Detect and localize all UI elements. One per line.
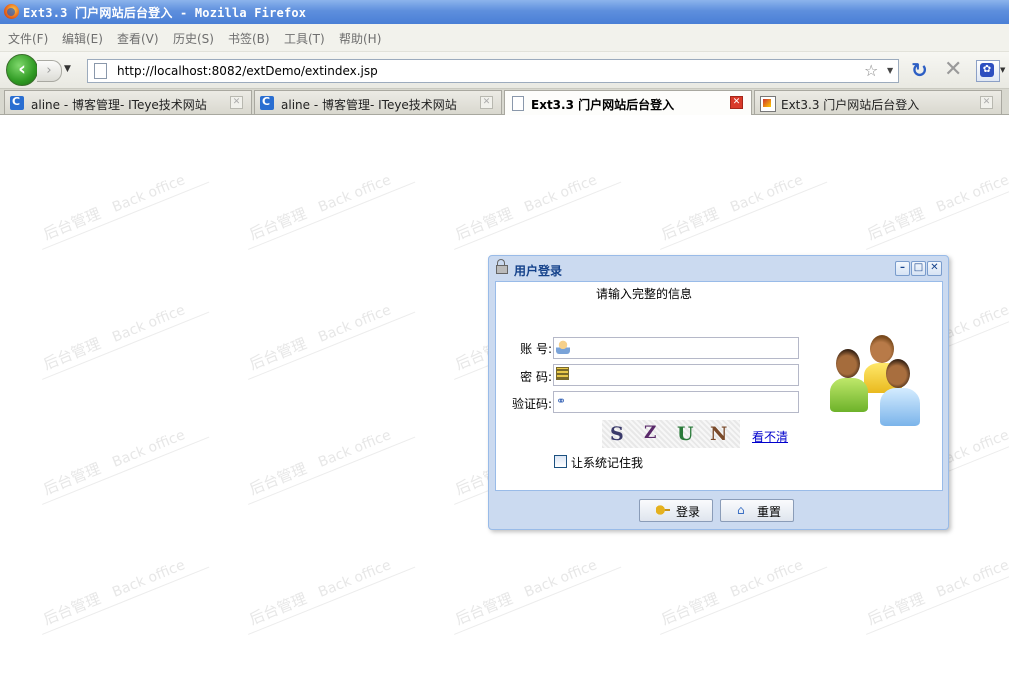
maximize-button[interactable]: □ <box>911 261 926 276</box>
tab-bar: aline - 博客管理- ITeye技术网站 ✕ aline - 博客管理- … <box>0 89 1009 115</box>
menu-edit[interactable]: 编辑(E) <box>62 30 103 47</box>
password-label: 密 码: <box>520 370 552 384</box>
key-icon <box>656 504 670 516</box>
back-button[interactable]: ‹ <box>6 54 38 86</box>
search-dropdown-icon[interactable]: ▼ <box>1000 66 1005 74</box>
firefox-logo-icon <box>4 4 19 19</box>
form-hint: 请输入完整的信息 <box>596 287 693 301</box>
address-url[interactable]: http://localhost:8082/extDemo/extindex.j… <box>117 64 378 78</box>
watermark-text: 后台管理Back office <box>40 302 188 374</box>
search-engine-button[interactable]: ✿ <box>976 60 1000 82</box>
account-field[interactable] <box>553 337 799 359</box>
baidu-paw-icon: ✿ <box>980 63 994 77</box>
menu-bookmarks[interactable]: 书签(B) <box>228 30 270 47</box>
watermark-text: 后台管理Back office <box>246 427 394 499</box>
menu-file[interactable]: 文件(F) <box>8 30 48 47</box>
tab-label: Ext3.3 门户网站后台登入 <box>531 98 675 112</box>
refresh-captcha-link[interactable]: 看不清 <box>752 428 788 445</box>
tab-iteye-1[interactable]: aline - 博客管理- ITeye技术网站 ✕ <box>4 90 252 114</box>
iteye-icon <box>10 95 24 110</box>
iteye-icon <box>260 95 274 110</box>
menu-view[interactable]: 查看(V) <box>117 30 159 47</box>
close-tab-icon[interactable]: ✕ <box>730 96 743 109</box>
key-icon <box>556 367 569 380</box>
page-icon <box>94 63 107 79</box>
captcha-char: U <box>677 423 695 445</box>
watermark-text: 后台管理Back office <box>864 172 1009 244</box>
window-title: Ext3.3 门户网站后台登入 - Mozilla Firefox <box>23 6 307 20</box>
forward-button[interactable]: › <box>37 60 62 82</box>
remember-label: 让系统记住我 <box>571 456 644 470</box>
menu-help[interactable]: 帮助(H) <box>339 30 381 47</box>
close-button[interactable]: ✕ <box>927 261 942 276</box>
close-tab-icon[interactable]: ✕ <box>230 96 243 109</box>
captcha-image[interactable]: S Z U N <box>602 420 740 448</box>
users-group-icon <box>830 335 930 430</box>
menu-bar: 文件(F) 编辑(E) 查看(V) 历史(S) 书签(B) 工具(T) 帮助(H… <box>0 24 1009 52</box>
watermark-text: 后台管理Back office <box>452 557 600 629</box>
navigation-toolbar: ‹ › ▼ http://localhost:8082/extDemo/exti… <box>0 52 1009 89</box>
tab-label: Ext3.3 门户网站后台登入 <box>781 98 920 112</box>
address-dropdown-icon[interactable]: ▼ <box>887 66 893 75</box>
watermark-text: 后台管理Back office <box>452 172 600 244</box>
close-tab-icon[interactable]: ✕ <box>480 96 493 109</box>
close-tab-icon[interactable]: ✕ <box>980 96 993 109</box>
watermark-text: 后台管理Back office <box>246 172 394 244</box>
watermark-text: 后台管理Back office <box>246 302 394 374</box>
watermark-text: 后台管理Back office <box>658 172 806 244</box>
password-field[interactable] <box>553 364 799 386</box>
watermark-text: 后台管理Back office <box>864 557 1009 629</box>
tab-iteye-2[interactable]: aline - 博客管理- ITeye技术网站 ✕ <box>254 90 502 114</box>
reset-button-label: 重置 <box>757 505 782 519</box>
image-icon <box>760 96 776 112</box>
watermark-text: 后台管理Back office <box>246 557 394 629</box>
window-titlebar: Ext3.3 门户网站后台登入 - Mozilla Firefox <box>0 0 1009 24</box>
address-bar[interactable]: http://localhost:8082/extDemo/extindex.j… <box>87 59 899 83</box>
captcha-char: S <box>610 423 625 445</box>
link-icon: ⚭ <box>556 394 567 408</box>
captcha-label: 验证码: <box>511 397 552 411</box>
password-input[interactable] <box>574 366 794 382</box>
home-icon: ⌂ <box>737 503 745 517</box>
watermark-text: 后台管理Back office <box>40 427 188 499</box>
menu-history[interactable]: 历史(S) <box>173 30 214 47</box>
login-button-label: 登录 <box>676 505 701 519</box>
lock-icon <box>496 259 508 274</box>
bookmark-star-icon[interactable]: ☆ <box>864 61 878 80</box>
tab-login-2[interactable]: Ext3.3 门户网站后台登入 ✕ <box>754 90 1002 114</box>
captcha-char: Z <box>644 423 658 443</box>
history-dropdown-icon[interactable]: ▼ <box>64 64 71 74</box>
watermark-text: 后台管理Back office <box>658 557 806 629</box>
login-form: 请输入完整的信息 账 号: 密 码: 验证码: ⚭ S Z U N 看不清 让系… <box>495 281 943 491</box>
reset-button[interactable]: ⌂ 重置 <box>720 499 794 522</box>
remember-checkbox[interactable] <box>554 455 567 468</box>
account-input[interactable] <box>574 339 794 355</box>
stop-icon[interactable]: ✕ <box>944 57 962 82</box>
watermark-text: 后台管理Back office <box>40 172 188 244</box>
account-label: 账 号: <box>520 342 552 356</box>
captcha-input[interactable] <box>574 393 794 409</box>
minimize-button[interactable]: – <box>895 261 910 276</box>
login-button[interactable]: 登录 <box>639 499 713 522</box>
menu-tools[interactable]: 工具(T) <box>284 30 325 47</box>
watermark-text: 后台管理Back office <box>40 557 188 629</box>
login-dialog: 用户登录 – □ ✕ 请输入完整的信息 账 号: 密 码: 验证码: ⚭ S Z… <box>488 255 949 530</box>
page-icon <box>512 96 524 111</box>
tab-login-active[interactable]: Ext3.3 门户网站后台登入 ✕ <box>504 90 752 115</box>
tab-label: aline - 博客管理- ITeye技术网站 <box>281 98 457 112</box>
reload-icon[interactable]: ↻ <box>911 58 928 82</box>
captcha-char: N <box>710 423 729 445</box>
captcha-field[interactable]: ⚭ <box>553 391 799 413</box>
user-icon <box>556 340 570 354</box>
tab-label: aline - 博客管理- ITeye技术网站 <box>31 98 207 112</box>
dialog-title: 用户登录 <box>514 264 563 278</box>
